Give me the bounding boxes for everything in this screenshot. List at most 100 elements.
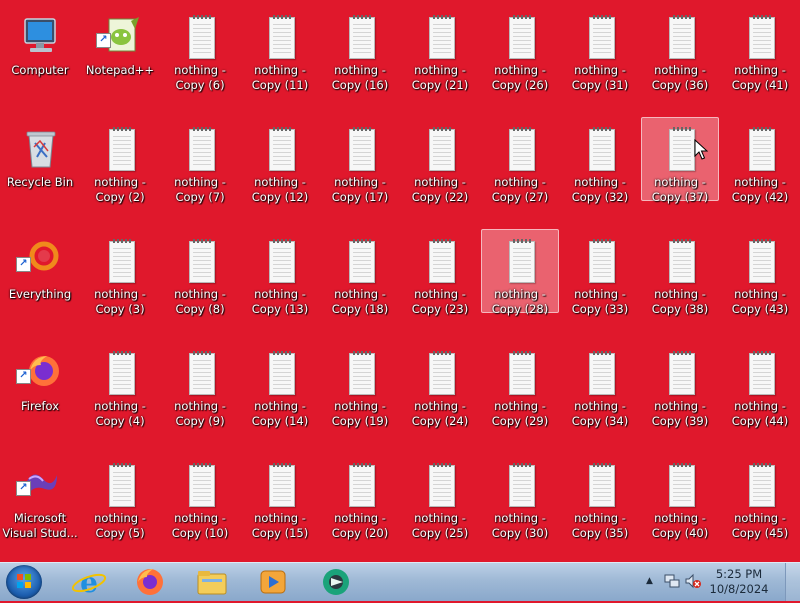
desktop-file-label: nothing - Copy (21) [411, 63, 469, 92]
taskbar: e ▲ 5:25 PM 10/8/2024 [0, 562, 800, 601]
desktop-file-label: nothing - Copy (13) [251, 287, 309, 316]
text-document-icon [581, 239, 621, 285]
text-document-icon [661, 15, 701, 61]
taskbar-app[interactable] [313, 566, 359, 598]
desktop-file-label: nothing - Copy (42) [731, 175, 789, 204]
desktop-file-icon[interactable]: nothing - Copy (22) [401, 117, 479, 204]
clock-date: 10/8/2024 [709, 582, 769, 596]
desktop-file-icon[interactable]: nothing - Copy (15) [241, 453, 319, 540]
desktop-icon-label: Microsoft Visual Stud... [2, 511, 78, 540]
text-document-icon [181, 127, 221, 173]
desktop-file-icon[interactable]: nothing - Copy (3) [81, 229, 159, 316]
desktop-file-label: nothing - Copy (37) [651, 175, 709, 204]
desktop-icon-everything[interactable]: ↗ Everything [1, 229, 79, 313]
desktop-file-icon[interactable]: nothing - Copy (32) [561, 117, 639, 204]
text-document-icon [421, 15, 461, 61]
desktop-file-icon[interactable]: nothing - Copy (7) [161, 117, 239, 204]
desktop-file-icon[interactable]: nothing - Copy (44) [721, 341, 799, 428]
desktop-file-label: nothing - Copy (15) [251, 511, 309, 540]
desktop-file-icon[interactable]: nothing - Copy (38) [641, 229, 719, 316]
desktop-file-icon[interactable]: nothing - Copy (11) [241, 5, 319, 92]
desktop-icon-recycle-bin[interactable]: Recycle Bin [1, 117, 79, 201]
start-button[interactable] [6, 565, 42, 599]
show-hidden-icons-arrow-icon[interactable]: ▲ [646, 576, 653, 586]
desktop-file-icon[interactable]: nothing - Copy (13) [241, 229, 319, 316]
desktop-file-icon[interactable]: nothing - Copy (5) [81, 453, 159, 540]
desktop-file-icon[interactable]: nothing - Copy (35) [561, 453, 639, 540]
desktop-icon-label: Everything [8, 287, 72, 301]
desktop-file-label: nothing - Copy (45) [731, 511, 789, 540]
desktop-file-icon[interactable]: nothing - Copy (40) [641, 453, 719, 540]
desktop-file-icon[interactable]: nothing - Copy (42) [721, 117, 799, 204]
text-document-icon [261, 463, 301, 509]
desktop-file-icon[interactable]: nothing - Copy (33) [561, 229, 639, 316]
computer-icon [24, 18, 56, 52]
desktop-file-icon[interactable]: nothing - Copy (24) [401, 341, 479, 428]
desktop-file-icon[interactable]: nothing - Copy (4) [81, 341, 159, 428]
desktop-file-label: nothing - Copy (14) [251, 399, 309, 428]
desktop-file-icon[interactable]: nothing - Copy (27) [481, 117, 559, 204]
clock[interactable]: 5:25 PM 10/8/2024 [704, 567, 774, 597]
desktop-file-icon[interactable]: nothing - Copy (30) [481, 453, 559, 540]
desktop-file-label: nothing - Copy (11) [251, 63, 309, 92]
desktop-file-icon[interactable]: nothing - Copy (9) [161, 341, 239, 428]
desktop-file-icon[interactable]: nothing - Copy (41) [721, 5, 799, 92]
text-document-icon [101, 351, 141, 397]
desktop-file-label: nothing - Copy (5) [94, 511, 146, 540]
text-document-icon [581, 127, 621, 173]
taskbar-media-player[interactable] [250, 566, 296, 598]
text-document-icon [741, 15, 781, 61]
text-document-icon [181, 463, 221, 509]
network-icon[interactable] [664, 573, 680, 589]
desktop-icon-visual-studio[interactable]: ↗ Microsoft Visual Stud... [1, 453, 79, 540]
desktop-file-icon[interactable]: nothing - Copy (19) [321, 341, 399, 428]
internet-explorer-icon: e [71, 566, 107, 599]
desktop-file-icon[interactable]: nothing - Copy (10) [161, 453, 239, 540]
desktop-file-icon[interactable]: nothing - Copy (45) [721, 453, 799, 540]
desktop-file-icon[interactable]: nothing - Copy (43) [721, 229, 799, 316]
desktop-file-icon[interactable]: nothing - Copy (18) [321, 229, 399, 316]
desktop-file-icon[interactable]: nothing - Copy (31) [561, 5, 639, 92]
text-document-icon [261, 15, 301, 61]
text-document-icon [341, 239, 381, 285]
desktop-file-label: nothing - Copy (9) [174, 399, 226, 428]
desktop-icon-computer[interactable]: Computer [1, 5, 79, 89]
clock-time: 5:25 PM [715, 567, 763, 581]
desktop-file-icon[interactable]: nothing - Copy (14) [241, 341, 319, 428]
desktop-file-icon[interactable]: nothing - Copy (20) [321, 453, 399, 540]
text-document-icon [661, 351, 701, 397]
taskbar-internet-explorer[interactable]: e [66, 566, 112, 599]
desktop-icon-notepad-plus-plus[interactable]: ↗ Notepad++ [81, 5, 159, 89]
system-tray: ▲ 5:25 PM 10/8/2024 [640, 563, 800, 601]
show-desktop-button[interactable] [785, 563, 800, 601]
desktop-file-icon[interactable]: nothing - Copy (21) [401, 5, 479, 92]
desktop-file-icon[interactable]: nothing - Copy (12) [241, 117, 319, 204]
desktop-icon-label: Recycle Bin [6, 175, 74, 189]
desktop-file-icon[interactable]: nothing - Copy (2) [81, 117, 159, 204]
desktop-file-icon[interactable]: nothing - Copy (36) [641, 5, 719, 92]
desktop-file-icon[interactable]: nothing - Copy (29) [481, 341, 559, 428]
taskbar-file-explorer[interactable] [189, 566, 235, 598]
desktop-file-icon[interactable]: nothing - Copy (25) [401, 453, 479, 540]
text-document-icon [261, 127, 301, 173]
desktop-file-label: nothing - Copy (19) [331, 399, 389, 428]
desktop-file-icon[interactable]: nothing - Copy (23) [401, 229, 479, 316]
desktop-file-icon[interactable]: nothing - Copy (28) [481, 229, 559, 316]
desktop-file-icon[interactable]: nothing - Copy (6) [161, 5, 239, 92]
text-document-icon [661, 239, 701, 285]
taskbar-firefox[interactable] [127, 566, 173, 598]
desktop-file-icon[interactable]: nothing - Copy (39) [641, 341, 719, 428]
desktop-file-label: nothing - Copy (2) [94, 175, 146, 204]
desktop-file-icon[interactable]: nothing - Copy (26) [481, 5, 559, 92]
desktop-file-label: nothing - Copy (6) [174, 63, 226, 92]
media-player-icon [260, 570, 286, 594]
desktop-file-icon[interactable]: nothing - Copy (34) [561, 341, 639, 428]
desktop-icon-firefox[interactable]: ↗ Firefox [1, 341, 79, 425]
desktop-file-icon[interactable]: nothing - Copy (8) [161, 229, 239, 316]
desktop-file-label: nothing - Copy (32) [571, 175, 629, 204]
text-document-icon [261, 239, 301, 285]
desktop-file-icon[interactable]: nothing - Copy (16) [321, 5, 399, 92]
volume-muted-icon[interactable] [684, 573, 702, 589]
desktop-file-icon[interactable]: nothing - Copy (17) [321, 117, 399, 204]
desktop: Computer Recycle Bin ↗ Everything ↗ Fire… [0, 0, 800, 562]
